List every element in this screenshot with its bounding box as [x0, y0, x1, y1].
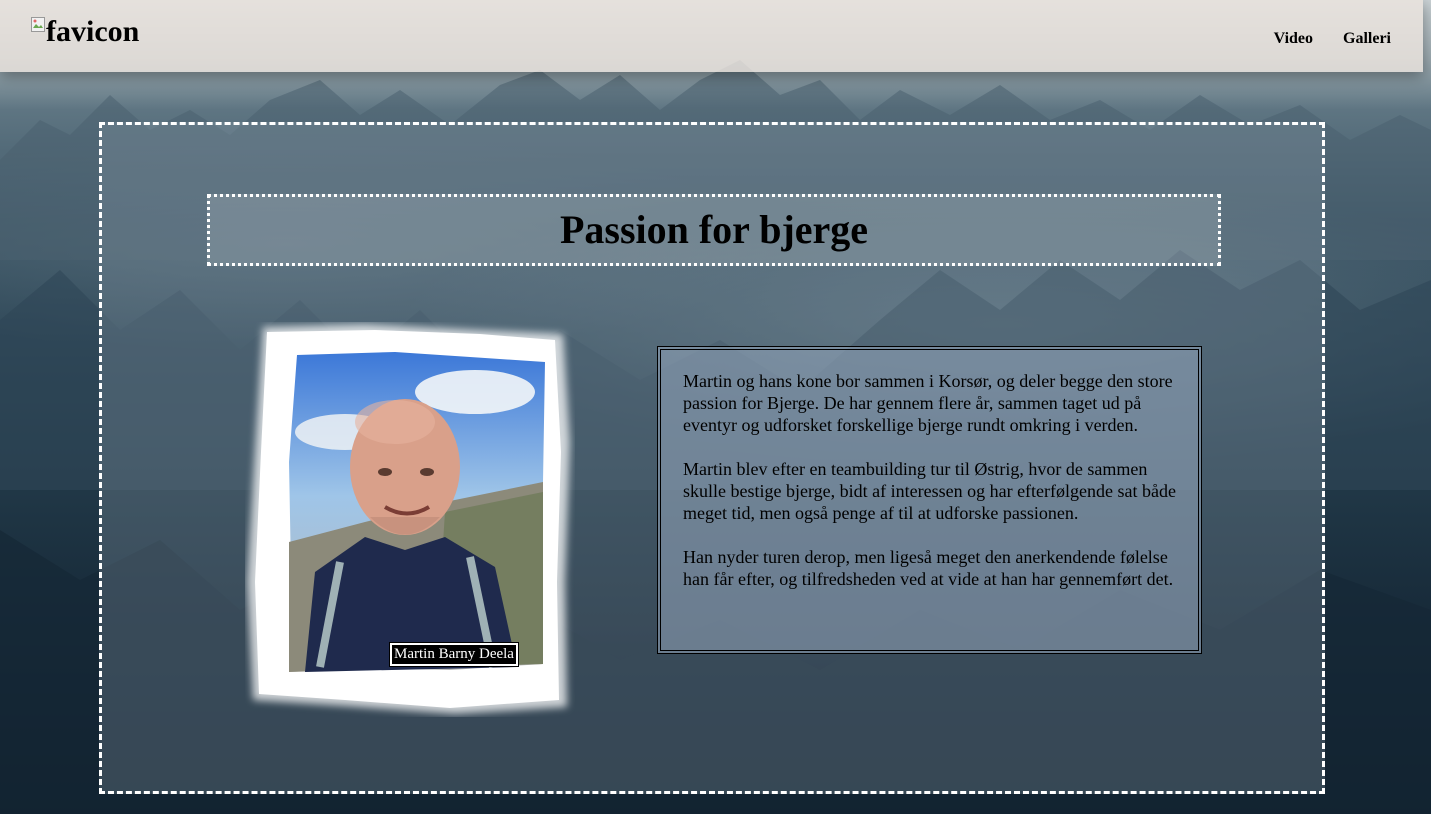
content-container: Passion for bjerge Martin Barny Deela Ma…	[99, 122, 1325, 794]
bio-text-box: Martin og hans kone bor sammen i Korsør,…	[657, 346, 1202, 654]
profile-photo-card: Martin Barny Deela	[245, 322, 575, 717]
bio-paragraph: Martin og hans kone bor sammen i Korsør,…	[683, 371, 1173, 435]
page-title: Passion for bjerge	[559, 207, 869, 252]
nav-link-video[interactable]: Video	[1274, 30, 1313, 48]
bio-paragraph: Martin blev efter en teambuilding tur ti…	[683, 459, 1176, 523]
broken-image-icon	[31, 17, 45, 32]
title-box: Passion for bjerge	[207, 194, 1221, 266]
main-nav: Video Galleri	[1274, 30, 1391, 48]
photo-caption: Martin Barny Deela	[389, 642, 519, 667]
bio-paragraph: Han nyder turen derop, men ligeså meget …	[683, 547, 1174, 589]
site-header: favicon Video Galleri	[0, 0, 1423, 72]
nav-link-galleri[interactable]: Galleri	[1343, 30, 1391, 48]
logo[interactable]: favicon	[31, 15, 139, 49]
logo-alt-text: favicon	[46, 15, 140, 48]
